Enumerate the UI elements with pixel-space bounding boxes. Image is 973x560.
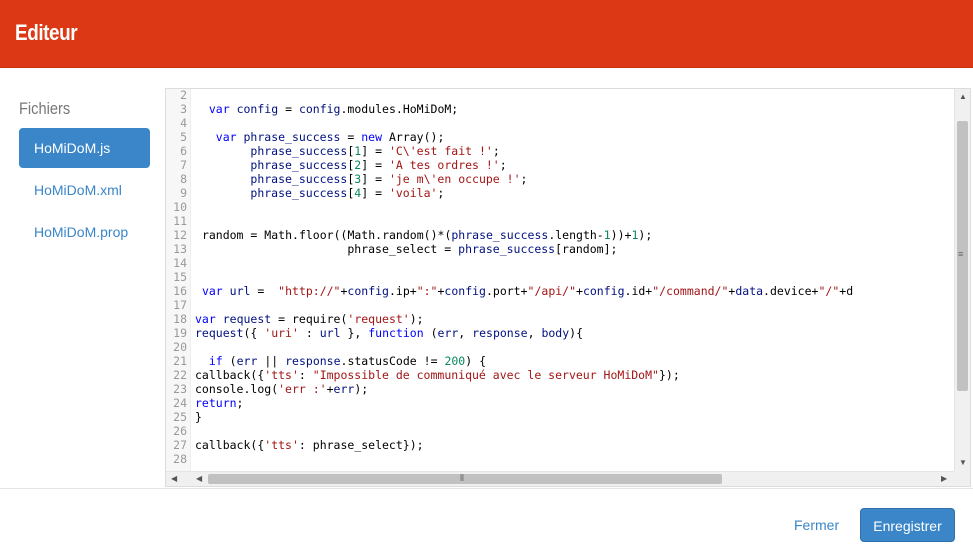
line-number: 19: [173, 326, 187, 340]
modal-title: Editeur: [15, 20, 78, 45]
line-number-gutter: 2 3 4 5 6 7 8 9 10 11 12 13 14 15 16 17 18 19 20 21 22 23 24 25…: [166, 89, 191, 473]
line-number: 15: [173, 270, 187, 284]
code-line[interactable]: [195, 200, 853, 214]
scroll-up-arrow-icon[interactable]: ▲: [959, 92, 967, 102]
code-line[interactable]: phrase_select = phrase_success[random];: [195, 242, 853, 256]
file-item-homidom-prop[interactable]: HoMiDoM.prop: [19, 212, 150, 252]
line-number: 5: [180, 130, 187, 144]
horizontal-scroll-thumb[interactable]: [208, 474, 722, 484]
scroll-left-arrow-icon[interactable]: ◀: [171, 474, 177, 484]
save-button[interactable]: Enregistrer: [860, 508, 955, 542]
line-number: 26: [173, 424, 187, 438]
line-number: 24: [173, 396, 187, 410]
line-number: 13: [173, 242, 187, 256]
code-line[interactable]: [195, 270, 853, 284]
code-line[interactable]: [195, 452, 853, 466]
line-number: 7: [180, 158, 187, 172]
line-number: 23: [173, 382, 187, 396]
code-line[interactable]: var phrase_success = new Array();: [195, 130, 853, 144]
code-line[interactable]: var request = require('request');: [195, 312, 853, 326]
line-number: 17: [173, 298, 187, 312]
code-line[interactable]: [195, 340, 853, 354]
line-number: 10: [173, 200, 187, 214]
scroll-left-arrow-icon[interactable]: ◀: [196, 474, 202, 484]
code-line[interactable]: phrase_success[1] = 'C\'est fait !';: [195, 144, 853, 158]
code-line[interactable]: phrase_success[3] = 'je m\'en occupe !';: [195, 172, 853, 186]
code-line[interactable]: request({ 'uri' : url }, function (err, …: [195, 326, 853, 340]
scroll-down-arrow-icon[interactable]: ▼: [959, 458, 967, 468]
code-editor[interactable]: 2 3 4 5 6 7 8 9 10 11 12 13 14 15 16 17 18 19 20 21 22 23 24 25…: [165, 88, 971, 487]
code-line[interactable]: [195, 424, 853, 438]
modal-header: Editeur: [0, 0, 973, 68]
scroll-corner: [954, 471, 970, 486]
line-number: 8: [180, 172, 187, 186]
vertical-scrollbar[interactable]: ▲ ≡ ▼: [954, 89, 970, 473]
code-line[interactable]: [195, 256, 853, 270]
close-button[interactable]: Fermer: [784, 510, 849, 540]
code-line[interactable]: [195, 116, 853, 130]
code-line[interactable]: console.log('err :'+err);: [195, 382, 853, 396]
line-number: 21: [173, 354, 187, 368]
line-number: 25: [173, 410, 187, 424]
line-number: 16: [173, 284, 187, 298]
line-number: 3: [180, 102, 187, 116]
line-number: 14: [173, 256, 187, 270]
code-line[interactable]: var config = config.modules.HoMiDoM;: [195, 102, 853, 116]
files-heading: Fichiers: [19, 99, 71, 118]
code-line[interactable]: [195, 214, 853, 228]
code-line[interactable]: var url = "http://"+config.ip+":"+config…: [195, 284, 853, 298]
grip-icon: ⦀: [460, 473, 464, 483]
line-number: 27: [173, 438, 187, 452]
code-line[interactable]: }: [195, 410, 853, 424]
code-line[interactable]: phrase_success[4] = 'voila';: [195, 186, 853, 200]
line-number: 18: [173, 312, 187, 326]
line-number: 11: [173, 214, 187, 228]
code-line[interactable]: return;: [195, 396, 853, 410]
code-line[interactable]: random = Math.floor((Math.random()*(phra…: [195, 228, 853, 242]
grip-icon: ≡: [958, 249, 964, 259]
code-line[interactable]: callback({'tts': "Impossible de communiq…: [195, 368, 853, 382]
line-number: 4: [180, 116, 187, 130]
line-number: 22: [173, 368, 187, 382]
line-number: 20: [173, 340, 187, 354]
file-item-homidom-xml[interactable]: HoMiDoM.xml: [19, 170, 150, 210]
line-number: 6: [180, 144, 187, 158]
code-line[interactable]: if (err || response.statusCode != 200) {: [195, 354, 853, 368]
scroll-right-arrow-icon[interactable]: ▶: [941, 474, 947, 484]
line-number: 28: [173, 452, 187, 466]
code-line[interactable]: phrase_success[2] = 'A tes ordres !';: [195, 158, 853, 172]
code-area[interactable]: var config = config.modules.HoMiDoM; var…: [195, 89, 853, 466]
horizontal-scrollbar[interactable]: ◀ ◀ ⦀ ▶: [166, 471, 956, 486]
code-line[interactable]: [195, 89, 853, 102]
line-number: 12: [173, 228, 187, 242]
file-item-homidom-js[interactable]: HoMiDoM.js: [19, 128, 150, 168]
line-number: 2: [180, 88, 187, 102]
footer-divider: [0, 488, 973, 489]
code-line[interactable]: [195, 298, 853, 312]
code-line[interactable]: callback({'tts': phrase_select});: [195, 438, 853, 452]
line-number: 9: [180, 186, 187, 200]
